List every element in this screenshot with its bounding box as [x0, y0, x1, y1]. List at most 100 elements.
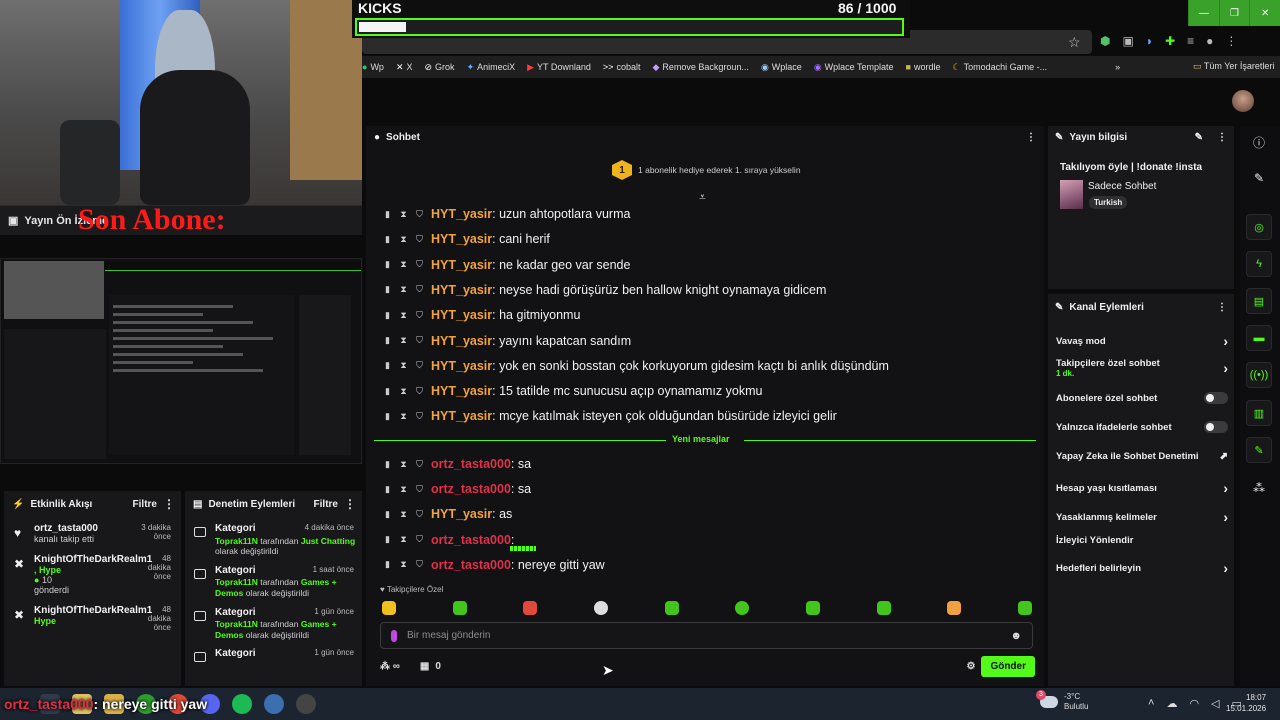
chat-username[interactable]: HYT_yasir [431, 409, 492, 423]
profile-icon[interactable]: ● [1206, 34, 1213, 48]
ban-icon[interactable]: ⛉ [415, 360, 424, 371]
chat-username[interactable]: ortz_tasta000 [431, 558, 511, 572]
chat-username[interactable]: ortz_tasta000 [431, 457, 511, 471]
kebab-menu-icon[interactable]: ⋮ [163, 497, 175, 511]
emote-icon[interactable] [1017, 601, 1032, 615]
chat-message[interactable]: ▮ ⧗ ⛉ HYT_yasir: as [383, 504, 512, 524]
ban-icon[interactable]: ⛉ [415, 459, 424, 470]
kebab-menu-icon[interactable]: ⋮ [1217, 302, 1227, 313]
document-icon[interactable]: ▤ [1246, 288, 1272, 314]
ban-icon[interactable]: ⛉ [415, 411, 424, 422]
chat-message[interactable]: ▮ ⧗ ⛉ HYT_yasir: ne kadar geo var sende [383, 255, 630, 275]
chat-username[interactable]: HYT_yasir [431, 283, 492, 297]
mod-filter-button[interactable]: Filtre [314, 499, 338, 510]
wifi-icon[interactable]: ◠ [1189, 697, 1199, 710]
bookmark-item[interactable]: ◉ Wplace Template [814, 62, 894, 73]
ban-icon[interactable]: ⛉ [415, 559, 424, 570]
timeout-icon[interactable]: ⧗ [399, 509, 408, 520]
gift-icon[interactable]: ▦ [420, 661, 429, 672]
storage-icon[interactable]: ▥ [1246, 400, 1272, 426]
raid-item[interactable]: İzleyici Yönlendir [1056, 535, 1228, 546]
shield-icon[interactable]: ⬢ [1100, 34, 1110, 48]
close-icon[interactable]: ✕ [1249, 0, 1280, 26]
kebab-menu-icon[interactable]: ⋮ [344, 497, 356, 511]
timeout-icon[interactable]: ⧗ [399, 259, 408, 270]
settings-gear-icon[interactable]: ⚙ [966, 661, 975, 672]
followers-only-item[interactable]: Takipçilere özel sohbet 1 dk. › [1056, 358, 1228, 378]
avatar[interactable] [1232, 90, 1254, 112]
bookmark-item[interactable]: ✦ AnimeciX [467, 62, 516, 73]
volume-icon[interactable]: ◁ [1211, 697, 1219, 710]
chat-message[interactable]: ▮ ⧗ ⛉ ortz_tasta000: sa [383, 479, 531, 499]
pencil-icon[interactable]: ✎ [1246, 165, 1272, 191]
banned-words-item[interactable]: Yasaklanmış kelimeler › [1056, 509, 1228, 525]
delete-icon[interactable]: ▮ [383, 484, 392, 495]
microphone-icon[interactable] [391, 629, 397, 642]
chat-input[interactable]: Bir mesaj gönderin ☻ [380, 622, 1033, 649]
gift-leaderboard-banner[interactable]: 1 1 abonelik hediye ederek 1. sıraya yük… [612, 160, 801, 180]
timeout-icon[interactable]: ⧗ [399, 459, 408, 470]
ai-moderation-item[interactable]: Yapay Zeka ile Sohbet Denetimi ⬈ [1056, 451, 1228, 462]
chat-username[interactable]: HYT_yasir [431, 359, 492, 373]
delete-icon[interactable]: ▮ [383, 209, 392, 220]
chat-username[interactable]: ortz_tasta000 [431, 533, 511, 547]
clock[interactable]: 18:07 15.01.2026 [1226, 693, 1266, 715]
emote-icon[interactable] [947, 601, 962, 615]
bookmark-star-icon[interactable]: ☆ [1068, 34, 1081, 51]
ban-icon[interactable]: ⛉ [415, 534, 424, 545]
screenshot-icon[interactable]: ◎ [1246, 214, 1272, 240]
chat-icon[interactable]: ▬ [1246, 325, 1272, 351]
kick-points-icon[interactable]: ⁂ ∞ [380, 661, 400, 672]
ban-icon[interactable]: ⛉ [415, 509, 424, 520]
kebab-menu-icon[interactable]: ⋮ [1217, 132, 1227, 143]
timeout-icon[interactable]: ⧗ [399, 209, 408, 220]
puzzle-icon[interactable]: ✚ [1165, 34, 1175, 48]
chat-message[interactable]: ▮ ⧗ ⛉ HYT_yasir: mcye katılmak isteyen çok … [383, 406, 837, 426]
bookmark-item[interactable]: ● Wp [362, 62, 384, 72]
delete-icon[interactable]: ▮ [383, 411, 392, 422]
timeout-icon[interactable]: ⧗ [399, 559, 408, 570]
cloud-sync-icon[interactable]: ☁ [1166, 697, 1177, 710]
chat-message[interactable]: ▮ ⧗ ⛉ ortz_tasta000: sa [383, 454, 531, 474]
timeout-icon[interactable]: ⧗ [399, 310, 408, 321]
browser-menu-icon[interactable]: ⋮ [1225, 34, 1237, 48]
delete-icon[interactable]: ▮ [383, 534, 392, 545]
activity-filter-button[interactable]: Filtre [133, 499, 157, 510]
timeout-icon[interactable]: ⧗ [399, 484, 408, 495]
account-age-item[interactable]: Hesap yaşı kısıtlaması › [1056, 480, 1228, 496]
chat-message[interactable]: ▮ ⧗ ⛉ ortz_tasta000: [383, 530, 544, 551]
slow-mode-item[interactable]: Vavaş mod › [1056, 333, 1228, 349]
delete-icon[interactable]: ▮ [383, 335, 392, 346]
chat-message[interactable]: ▮ ⧗ ⛉ HYT_yasir: uzun ahtopotlara vurma [383, 204, 630, 224]
delete-icon[interactable]: ▮ [383, 234, 392, 245]
send-button[interactable]: Gönder [981, 655, 1035, 677]
ban-icon[interactable]: ⛉ [415, 335, 424, 346]
ban-icon[interactable]: ⛉ [415, 484, 424, 495]
chat-message[interactable]: ▮ ⧗ ⛉ HYT_yasir: ha gitmiyonmu [383, 305, 580, 325]
emotes-only-item[interactable]: Yalnızca ifadelerle sohbet [1056, 421, 1228, 433]
chat-message[interactable]: ▮ ⧗ ⛉ ortz_tasta000: nereye gitti yaw [383, 555, 605, 575]
playlist-icon[interactable]: ≡ [1187, 34, 1194, 48]
more-bookmarks-icon[interactable]: » [1115, 62, 1120, 72]
delete-icon[interactable]: ▮ [383, 386, 392, 397]
all-bookmarks[interactable]: ▭ Tüm Yer İşaretleri [1193, 61, 1274, 72]
restore-icon[interactable]: ❐ [1218, 0, 1250, 26]
emote-icon[interactable] [593, 601, 608, 615]
timeout-icon[interactable]: ⧗ [399, 411, 408, 422]
chat-username[interactable]: HYT_yasir [431, 308, 492, 322]
bookmark-item[interactable]: ◆ Remove Backgroun... [652, 62, 748, 73]
chat-message[interactable]: ▮ ⧗ ⛉ HYT_yasir: yok en sonki bosstan çok k… [383, 356, 889, 376]
ban-icon[interactable]: ⛉ [415, 284, 424, 295]
chat-message[interactable]: ▮ ⧗ ⛉ HYT_yasir: yayını kapatcan sandım [383, 331, 631, 351]
timeout-icon[interactable]: ⧗ [399, 360, 408, 371]
emote-icon[interactable] [805, 601, 820, 615]
steam-icon[interactable] [264, 694, 284, 714]
emote-icon[interactable] [876, 601, 891, 615]
minimize-icon[interactable]: — [1188, 0, 1219, 26]
chat-message[interactable]: ▮ ⧗ ⛉ HYT_yasir: 15 tatilde mc sunucusu açı… [383, 381, 762, 401]
emote-icon[interactable] [735, 601, 750, 615]
ban-icon[interactable]: ⛉ [415, 386, 424, 397]
chat-username[interactable]: HYT_yasir [431, 207, 492, 221]
chat-username[interactable]: HYT_yasir [431, 384, 492, 398]
chat-username[interactable]: HYT_yasir [431, 507, 492, 521]
